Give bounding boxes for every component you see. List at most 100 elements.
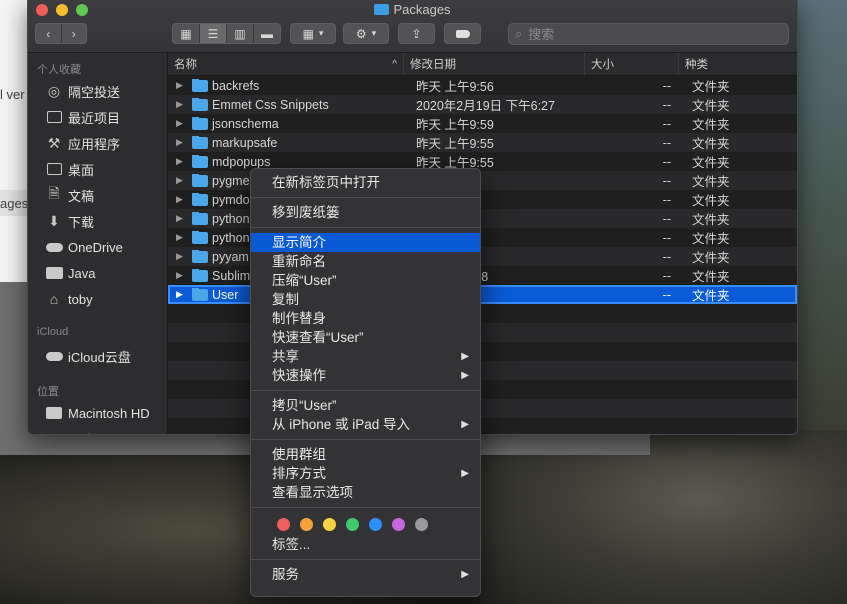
cell-size: --: [662, 78, 671, 93]
table-row[interactable]: ▶ backrefs 昨天 上午9:56 -- 文件夹: [168, 76, 797, 95]
tag-color-dot[interactable]: [415, 517, 428, 531]
search-field[interactable]: ⌕: [508, 23, 789, 45]
chevron-right-icon[interactable]: ›: [62, 24, 87, 43]
column-header-size[interactable]: 大小: [585, 53, 679, 75]
menu-item-import-from-iphone[interactable]: 从 iPhone 或 iPad 导入 ▶: [251, 415, 480, 434]
disclosure-triangle-icon[interactable]: ▶: [176, 289, 186, 300]
menu-separator: [251, 390, 480, 391]
folder-icon: [192, 287, 208, 301]
cell-size: --: [662, 154, 671, 169]
sidebar-item-toby[interactable]: ⌂ toby: [28, 286, 167, 312]
menu-item-label: 共享: [272, 349, 299, 364]
menu-item-compress[interactable]: 压缩“User”: [251, 271, 480, 290]
tag-color-dot[interactable]: [300, 517, 313, 531]
disclosure-triangle-icon[interactable]: ▶: [176, 175, 186, 186]
sidebar-item-airdrop[interactable]: ◎ 隔空投送: [28, 78, 167, 104]
disclosure-triangle-icon[interactable]: ▶: [176, 213, 186, 224]
disclosure-triangle-icon[interactable]: ▶: [176, 137, 186, 148]
file-name: pymdo: [212, 192, 250, 207]
menu-item-use-groups[interactable]: 使用群组: [251, 445, 480, 464]
disclosure-triangle-icon[interactable]: ▶: [176, 118, 186, 129]
folder-icon: [192, 173, 208, 187]
submenu-arrow-icon: ▶: [461, 370, 469, 381]
column-view-icon[interactable]: ▥: [227, 24, 254, 43]
sidebar-item-macintosh-hd[interactable]: Macintosh HD: [28, 400, 167, 426]
sidebar-item-applications[interactable]: ⚒ 应用程序: [28, 130, 167, 156]
menu-item-open-in-new-tab[interactable]: 在新标签页中打开: [251, 173, 480, 192]
disk-icon: [45, 405, 63, 421]
sidebar-item-network[interactable]: ◍ 网络: [28, 426, 167, 435]
menu-separator: [251, 559, 480, 560]
disclosure-triangle-icon[interactable]: ▶: [176, 80, 186, 91]
disclosure-triangle-icon[interactable]: ▶: [176, 99, 186, 110]
table-row[interactable]: ▶ Emmet Css Snippets 2020年2月19日 下午6:27 -- 文件…: [168, 95, 797, 114]
table-row[interactable]: ▶ jsonschema 昨天 上午9:59 -- 文件夹: [168, 114, 797, 133]
share-button[interactable]: ⇪: [398, 23, 435, 44]
search-input[interactable]: [526, 25, 771, 43]
network-icon: ◍: [45, 431, 63, 435]
tags-button[interactable]: [444, 23, 481, 44]
tag-color-dot[interactable]: [346, 517, 359, 531]
menu-item-copy[interactable]: 拷贝“User”: [251, 396, 480, 415]
cell-size: --: [662, 135, 671, 150]
cell-size: --: [662, 173, 671, 188]
disclosure-triangle-icon[interactable]: ▶: [176, 194, 186, 205]
menu-item-tags[interactable]: 标签...: [251, 535, 480, 554]
tag-color-dot[interactable]: [277, 517, 290, 531]
menu-item-move-to-trash[interactable]: 移到废纸篓: [251, 203, 480, 222]
cell-name: ▶ mdpopups: [168, 154, 410, 169]
tag-color-dot[interactable]: [392, 517, 405, 531]
cell-size: --: [662, 249, 671, 264]
folder-icon: [192, 116, 208, 130]
cell-date: 昨天 上午9:56: [416, 80, 494, 94]
menu-item-label: 排序方式: [272, 466, 326, 481]
menu-item-label: 从 iPhone 或 iPad 导入: [272, 417, 411, 432]
desktop-wallpaper-edge: [797, 0, 847, 430]
table-row[interactable]: ▶ markupsafe 昨天 上午9:55 -- 文件夹: [168, 133, 797, 152]
sidebar-item-documents[interactable]: 🗎 文稿: [28, 182, 167, 208]
menu-item-duplicate[interactable]: 复制: [251, 290, 480, 309]
sidebar-item-java[interactable]: Java: [28, 260, 167, 286]
cell-kind: 文件夹: [692, 251, 730, 265]
menu-item-quick-look[interactable]: 快速查看“User”: [251, 328, 480, 347]
group-by-button[interactable]: ▦ ▾: [290, 23, 336, 44]
icon-view-icon[interactable]: ▦: [173, 24, 200, 43]
background-text-fragment: ages: [0, 196, 29, 211]
disclosure-triangle-icon[interactable]: ▶: [176, 270, 186, 281]
gallery-view-icon[interactable]: ▬: [254, 24, 280, 43]
cloud-icon: [45, 239, 63, 255]
menu-separator: [251, 507, 480, 508]
submenu-arrow-icon: ▶: [461, 569, 469, 580]
sidebar-item-downloads[interactable]: ⬇ 下载: [28, 208, 167, 234]
sidebar-item-recents[interactable]: 最近项目: [28, 104, 167, 130]
disclosure-triangle-icon[interactable]: ▶: [176, 232, 186, 243]
column-header-kind[interactable]: 种类: [679, 53, 797, 75]
sidebar-item-label: iCloud云盘: [68, 349, 131, 365]
menu-item-sort-by[interactable]: 排序方式 ▶: [251, 464, 480, 483]
menu-item-rename[interactable]: 重新命名: [251, 252, 480, 271]
list-view-icon[interactable]: ☰: [200, 24, 227, 43]
cell-name: ▶ jsonschema: [168, 116, 410, 131]
folder-icon: [192, 268, 208, 282]
tag-color-dot[interactable]: [369, 517, 382, 531]
column-header-name[interactable]: 名称 ^: [168, 53, 404, 75]
folder-icon: [192, 211, 208, 225]
tag-icon: [455, 29, 470, 38]
background-text-fragment: l ver: [0, 87, 25, 102]
sidebar-item-icloud-drive[interactable]: iCloud云盘: [28, 343, 167, 369]
menu-item-share[interactable]: 共享 ▶: [251, 347, 480, 366]
chevron-left-icon[interactable]: ‹: [36, 24, 62, 43]
menu-item-services[interactable]: 服务 ▶: [251, 565, 480, 584]
menu-item-quick-actions[interactable]: 快速操作 ▶: [251, 366, 480, 385]
folder-icon: [192, 97, 208, 111]
menu-item-show-view-options[interactable]: 查看显示选项: [251, 483, 480, 502]
menu-item-make-alias[interactable]: 制作替身: [251, 309, 480, 328]
column-header-date[interactable]: 修改日期: [404, 53, 585, 75]
menu-item-get-info[interactable]: 显示简介: [251, 233, 480, 252]
tag-color-dot[interactable]: [323, 517, 336, 531]
disclosure-triangle-icon[interactable]: ▶: [176, 251, 186, 262]
sidebar-item-onedrive[interactable]: OneDrive: [28, 234, 167, 260]
action-button[interactable]: ⚙ ▾: [343, 23, 389, 44]
disclosure-triangle-icon[interactable]: ▶: [176, 156, 186, 167]
sidebar-item-desktop[interactable]: 桌面: [28, 156, 167, 182]
